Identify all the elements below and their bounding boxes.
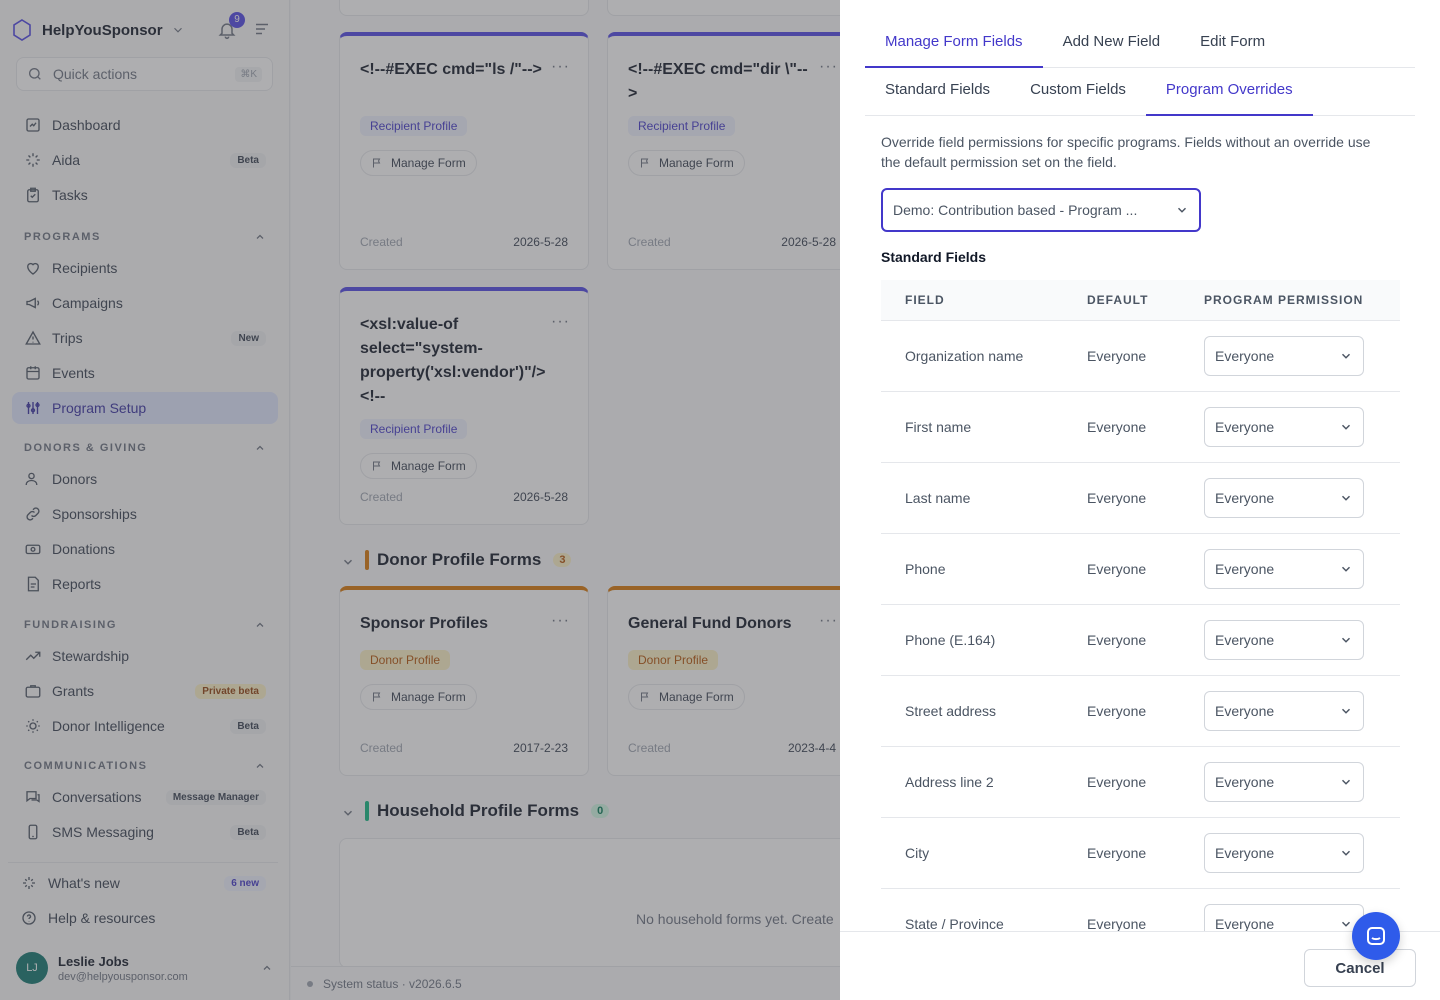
permission-cell: Everyone <box>1204 478 1400 518</box>
form-drawer: Manage Form Fields Add New Field Edit Fo… <box>840 0 1440 1000</box>
chevron-down-icon <box>1341 637 1351 643</box>
permission-select[interactable]: Everyone <box>1204 549 1364 589</box>
field-default: Everyone <box>1087 774 1147 790</box>
chevron-down-icon <box>1341 779 1351 785</box>
chevron-down-icon <box>1341 921 1351 927</box>
field-name: Address line 2 <box>905 774 994 790</box>
permission-select[interactable]: Everyone <box>1204 620 1364 660</box>
permission-cell: Everyone <box>1204 407 1400 447</box>
table-header: FIELD DEFAULT PROGRAM PERMISSION <box>881 280 1400 321</box>
chevron-down-icon <box>1341 495 1351 501</box>
permission-value: Everyone <box>1215 845 1275 861</box>
tab-custom-fields[interactable]: Custom Fields <box>1010 68 1146 116</box>
field-default: Everyone <box>1087 348 1147 364</box>
tab-program-overrides[interactable]: Program Overrides <box>1145 68 1313 116</box>
permission-select[interactable]: Everyone <box>1204 762 1364 802</box>
field-name: Phone (E.164) <box>905 632 996 648</box>
field-name: Street address <box>905 703 997 719</box>
table-row: Phone Everyone Everyone <box>881 534 1400 605</box>
chevron-down-icon <box>1341 424 1351 430</box>
permission-cell: Everyone <box>1204 762 1400 802</box>
section-title: Standard Fields <box>881 249 987 265</box>
permission-cell: Everyone <box>1204 549 1400 589</box>
permission-select[interactable]: Everyone <box>1204 691 1364 731</box>
tab-standard-fields[interactable]: Standard Fields <box>865 68 1010 116</box>
permission-value: Everyone <box>1215 916 1275 932</box>
table-row: Address line 2 Everyone Everyone <box>881 747 1400 818</box>
column-header-permission: PROGRAM PERMISSION <box>1204 293 1364 307</box>
primary-tabs: Manage Form Fields Add New Field Edit Fo… <box>865 22 1415 68</box>
field-name: Last name <box>905 490 971 506</box>
column-header-default: DEFAULT <box>1087 293 1149 307</box>
column-header-field: FIELD <box>905 293 945 307</box>
table-row: Organization name Everyone Everyone <box>881 321 1400 392</box>
secondary-tabs: Standard Fields Custom Fields Program Ov… <box>865 68 1415 116</box>
field-name: Organization name <box>905 348 1024 364</box>
table-row: Phone (E.164) Everyone Everyone <box>881 605 1400 676</box>
permission-value: Everyone <box>1215 561 1275 577</box>
table-row: Last name Everyone Everyone <box>881 463 1400 534</box>
table-row: City Everyone Everyone <box>881 818 1400 889</box>
field-default: Everyone <box>1087 632 1147 648</box>
chat-launcher-button[interactable] <box>1352 912 1400 960</box>
field-default: Everyone <box>1087 419 1147 435</box>
table-row: Street address Everyone Everyone <box>881 676 1400 747</box>
tab-add-new-field[interactable]: Add New Field <box>1043 22 1181 68</box>
permission-select[interactable]: Everyone <box>1204 833 1364 873</box>
field-default: Everyone <box>1087 561 1147 577</box>
field-name: Phone <box>905 561 946 577</box>
override-description: Override field permissions for specific … <box>881 134 1371 170</box>
permission-cell: Everyone <box>1204 336 1400 376</box>
program-select[interactable]: Demo: Contribution based - Program ... <box>881 188 1201 232</box>
permission-cell: Everyone <box>1204 620 1400 660</box>
table-row: First name Everyone Everyone <box>881 392 1400 463</box>
permission-value: Everyone <box>1215 703 1275 719</box>
drawer-footer: Cancel <box>840 931 1440 1000</box>
permission-value: Everyone <box>1215 632 1275 648</box>
tab-manage-form-fields[interactable]: Manage Form Fields <box>865 22 1043 68</box>
chat-icon <box>1367 927 1385 945</box>
chevron-down-icon <box>1341 566 1351 572</box>
modal-backdrop[interactable] <box>0 0 840 1000</box>
field-name: First name <box>905 419 972 435</box>
permission-select[interactable]: Everyone <box>1204 407 1364 447</box>
chevron-down-icon <box>1341 850 1351 856</box>
permission-cell: Everyone <box>1204 691 1400 731</box>
permission-value: Everyone <box>1215 490 1275 506</box>
permission-value: Everyone <box>1215 774 1275 790</box>
permission-select[interactable]: Everyone <box>1204 478 1364 518</box>
permission-value: Everyone <box>1215 348 1275 364</box>
chevron-down-icon <box>1341 353 1351 359</box>
field-default: Everyone <box>1087 916 1147 932</box>
permission-value: Everyone <box>1215 419 1275 435</box>
permission-cell: Everyone <box>1204 833 1400 873</box>
permission-select[interactable]: Everyone <box>1204 336 1364 376</box>
fields-table: FIELD DEFAULT PROGRAM PERMISSION Organiz… <box>881 280 1400 960</box>
table-body: Organization name Everyone Everyone First n… <box>881 321 1400 960</box>
field-default: Everyone <box>1087 845 1147 861</box>
chevron-down-icon <box>1177 207 1187 213</box>
program-select-value: Demo: Contribution based - Program ... <box>893 202 1138 218</box>
tab-edit-form[interactable]: Edit Form <box>1180 22 1285 68</box>
field-name: State / Province <box>905 916 1004 932</box>
field-default: Everyone <box>1087 703 1147 719</box>
field-default: Everyone <box>1087 490 1147 506</box>
chevron-down-icon <box>1341 708 1351 714</box>
field-name: City <box>905 845 930 861</box>
